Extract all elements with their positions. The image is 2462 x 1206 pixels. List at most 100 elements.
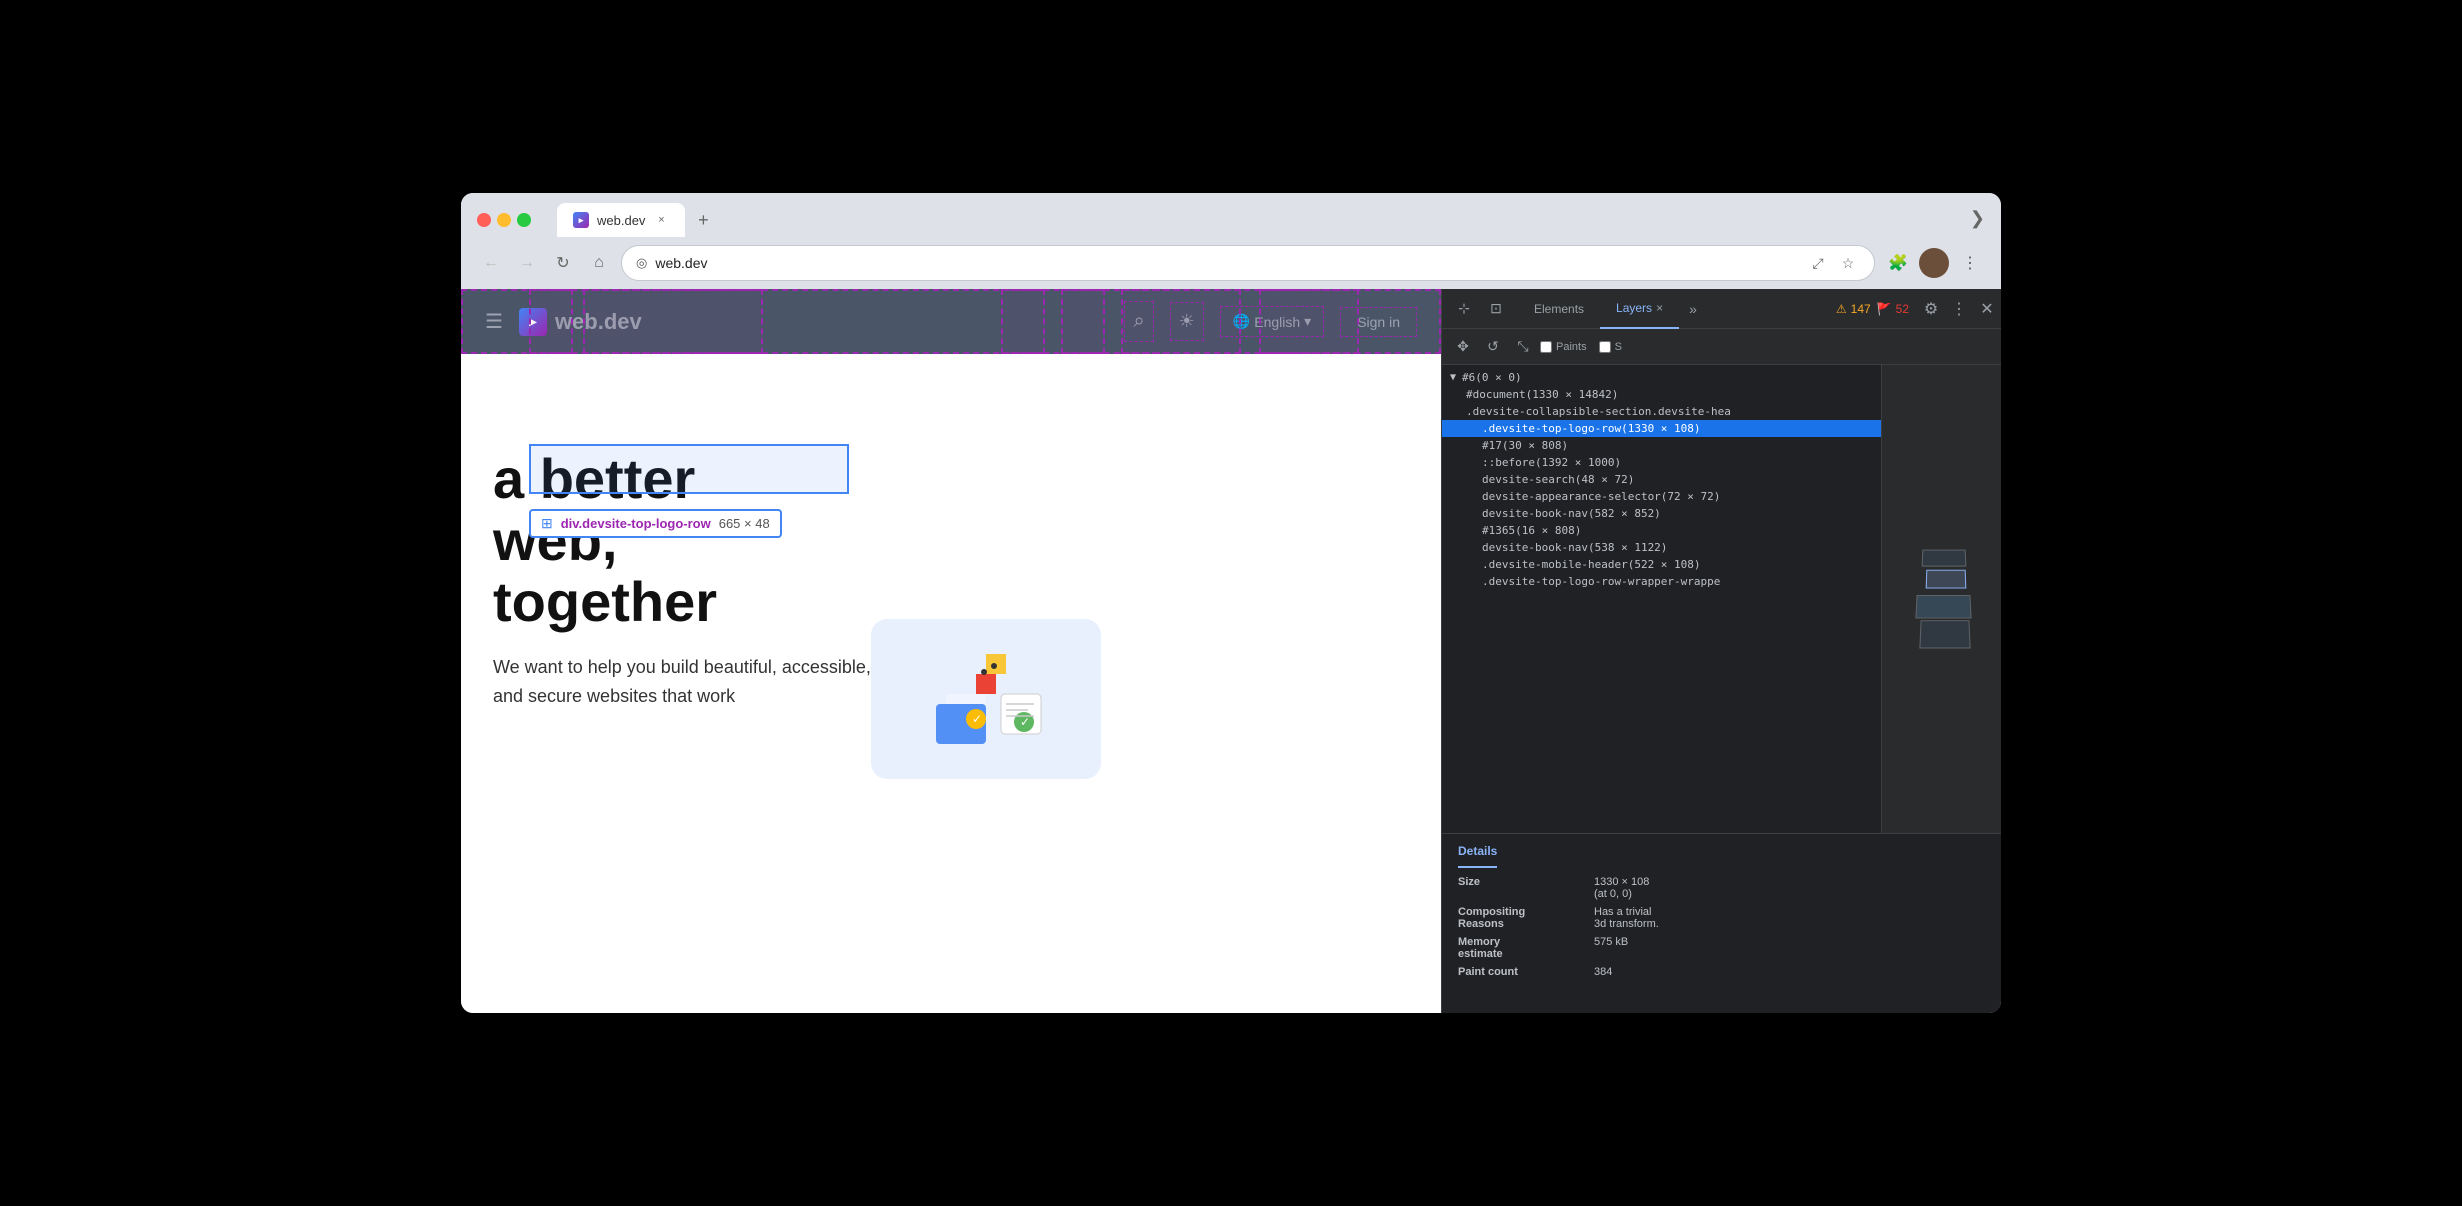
layer-item-0[interactable]: #document(1330 × 14842) xyxy=(1442,386,1881,403)
devtools-toolbar: ✥ ↺ ⤡ Paints S xyxy=(1442,329,2001,365)
layer-text-9: devsite-book-nav(538 × 1122) xyxy=(1482,541,1667,554)
url-bar[interactable]: ◎ ⤢ ☆ xyxy=(621,245,1875,281)
details-size-label: Size xyxy=(1458,876,1578,900)
details-memory-row: Memoryestimate 575 kB xyxy=(1458,936,1985,960)
layer-text-4: ::before(1392 × 1000) xyxy=(1482,456,1621,469)
layer-item-5[interactable]: devsite-search(48 × 72) xyxy=(1442,471,1881,488)
hero-title: a better web, together xyxy=(493,448,1409,633)
tree-arrow-root: ▼ xyxy=(1450,372,1456,383)
col-highlight-signin xyxy=(1259,289,1359,354)
inspect-button[interactable]: ⊹ xyxy=(1450,295,1478,323)
extension-button[interactable]: 🧩 xyxy=(1883,248,1913,278)
col-highlight-search xyxy=(1001,289,1045,354)
layer-item-2[interactable]: .devsite-top-logo-row(1330 × 108) xyxy=(1442,420,1881,437)
layer-text-7: devsite-book-nav(582 × 852) xyxy=(1482,507,1661,520)
svg-text:✓: ✓ xyxy=(972,712,982,726)
more-menu-button[interactable]: ⋮ xyxy=(1955,248,1985,278)
devtools-settings-button[interactable]: ⚙ xyxy=(1917,295,1945,323)
layer-text-10: .devsite-mobile-header(522 × 108) xyxy=(1482,558,1701,571)
layer-vis-3 xyxy=(1921,550,1966,567)
new-tab-button[interactable]: + xyxy=(689,206,717,234)
devtools-more-button[interactable]: ⋮ xyxy=(1945,295,1973,323)
tab-favicon: ▸ xyxy=(573,212,589,228)
scale-tool-button[interactable]: ⤡ xyxy=(1510,334,1536,360)
device-toolbar-button[interactable]: ⊡ xyxy=(1482,295,1510,323)
col-highlight-1 xyxy=(529,289,573,354)
layer-item-11[interactable]: .devsite-top-logo-row-wrapper-wrappe xyxy=(1442,573,1881,590)
devtools-error-count[interactable]: 🚩 52 xyxy=(1877,302,1909,316)
close-traffic-light[interactable] xyxy=(477,213,491,227)
element-tooltip: ⊞ div.devsite-top-logo-row 665 × 48 xyxy=(529,509,782,538)
title-bar-top: ▸ web.dev × + ❯ xyxy=(477,203,1985,237)
tab-bar: ▸ web.dev × + xyxy=(557,203,717,237)
warning-icon: ⚠ xyxy=(1836,302,1847,316)
webdev-header: ☰ ▸ web.dev ⌕ ☀ 🌐 English ▾ Sign in xyxy=(461,289,1441,354)
col-highlight-lang xyxy=(1121,289,1241,354)
col-highlight-2 xyxy=(583,289,763,354)
minimize-traffic-light[interactable] xyxy=(497,213,511,227)
layers-tab[interactable]: Layers × xyxy=(1600,289,1679,329)
layer-text-1: .devsite-collapsible-section.devsite-hea xyxy=(1466,405,1731,418)
forward-button[interactable]: → xyxy=(513,249,541,277)
devtools-panel: ⊹ ⊡ Elements Layers × » ⚠ 147 🚩 xyxy=(1441,289,2001,1013)
layer-item-7[interactable]: devsite-book-nav(582 × 852) xyxy=(1442,505,1881,522)
details-compositing-label: CompositingReasons xyxy=(1458,906,1578,930)
rotate-tool-button[interactable]: ↺ xyxy=(1480,334,1506,360)
maximize-traffic-light[interactable] xyxy=(517,213,531,227)
devtools-close-button[interactable]: ✕ xyxy=(1973,295,2001,323)
layer-item-10[interactable]: .devsite-mobile-header(522 × 108) xyxy=(1442,556,1881,573)
tab-overflow-button[interactable]: ❯ xyxy=(1970,208,1985,229)
layer-text-3: #17(30 × 808) xyxy=(1482,439,1568,452)
details-paint-value: 384 xyxy=(1594,966,1612,978)
browser-toolbar-right: 🧩 ⋮ xyxy=(1883,248,1985,278)
move-tool-button[interactable]: ✥ xyxy=(1450,334,1476,360)
url-security-icon: ◎ xyxy=(636,255,647,271)
layer-item-4[interactable]: ::before(1392 × 1000) xyxy=(1442,454,1881,471)
details-compositing-row: CompositingReasons Has a trivial3d trans… xyxy=(1458,906,1985,930)
layers-tree[interactable]: ▼ #6(0 × 0) #document(1330 × 14842) .dev… xyxy=(1442,365,1881,833)
url-input[interactable] xyxy=(655,255,1798,271)
details-paint-label: Paint count xyxy=(1458,966,1578,978)
element-name-label: div.devsite-top-logo-row xyxy=(561,516,711,531)
devtools-warning-count[interactable]: ⚠ 147 xyxy=(1836,302,1871,316)
layer-item-8[interactable]: #1365(16 × 808) xyxy=(1442,522,1881,539)
hero-subtitle: We want to help you build beautiful, acc… xyxy=(493,653,913,711)
address-bar: ← → ↻ ⌂ ◎ ⤢ ☆ 🧩 ⋮ xyxy=(461,237,2001,289)
layer-item-9[interactable]: devsite-book-nav(538 × 1122) xyxy=(1442,539,1881,556)
layer-text-0: #document(1330 × 14842) xyxy=(1466,388,1618,401)
back-button[interactable]: ← xyxy=(477,249,505,277)
home-button[interactable]: ⌂ xyxy=(585,249,613,277)
layer-text-8: #1365(16 × 808) xyxy=(1482,524,1581,537)
more-tabs-button[interactable]: » xyxy=(1679,295,1707,323)
refresh-button[interactable]: ↻ xyxy=(549,249,577,277)
layer-text-root: #6(0 × 0) xyxy=(1462,371,1522,384)
webdev-menu-icon[interactable]: ☰ xyxy=(485,309,503,334)
paints-input[interactable] xyxy=(1540,341,1552,353)
layer-item-1[interactable]: .devsite-collapsible-section.devsite-hea xyxy=(1442,403,1881,420)
profile-button[interactable] xyxy=(1919,248,1949,278)
devtools-header-tools: ⊹ ⊡ xyxy=(1442,295,1518,323)
layer-text-2: .devsite-top-logo-row(1330 × 108) xyxy=(1482,422,1701,435)
paints-checkbox[interactable]: Paints xyxy=(1540,341,1587,353)
details-memory-value: 575 kB xyxy=(1594,936,1628,960)
elements-tab[interactable]: Elements xyxy=(1518,289,1600,329)
layer-vis-2 xyxy=(1925,570,1966,589)
bookmark-button[interactable]: ☆ xyxy=(1836,251,1860,275)
s-input[interactable] xyxy=(1599,341,1611,353)
s-checkbox[interactable]: S xyxy=(1599,341,1622,353)
col-highlight-theme xyxy=(1061,289,1105,354)
active-tab[interactable]: ▸ web.dev × xyxy=(557,203,685,237)
layers-tab-close[interactable]: × xyxy=(1656,301,1663,315)
tab-close-button[interactable]: × xyxy=(653,212,669,228)
layer-item-3[interactable]: #17(30 × 808) xyxy=(1442,437,1881,454)
content-area: ☰ ▸ web.dev ⌕ ☀ 🌐 English ▾ Sign in xyxy=(461,289,2001,1013)
details-size-value: 1330 × 108(at 0, 0) xyxy=(1594,876,1649,900)
layer-text-5: devsite-search(48 × 72) xyxy=(1482,473,1634,486)
tab-title: web.dev xyxy=(597,213,645,228)
layer-item-root[interactable]: ▼ #6(0 × 0) xyxy=(1442,369,1881,386)
title-bar: ▸ web.dev × + ❯ xyxy=(461,193,2001,237)
hero-illustration: ✓ ✓ xyxy=(871,619,1101,779)
open-in-new-tab-button[interactable]: ⤢ xyxy=(1806,251,1830,275)
layer-item-6[interactable]: devsite-appearance-selector(72 × 72) xyxy=(1442,488,1881,505)
element-type-icon: ⊞ xyxy=(541,515,553,532)
